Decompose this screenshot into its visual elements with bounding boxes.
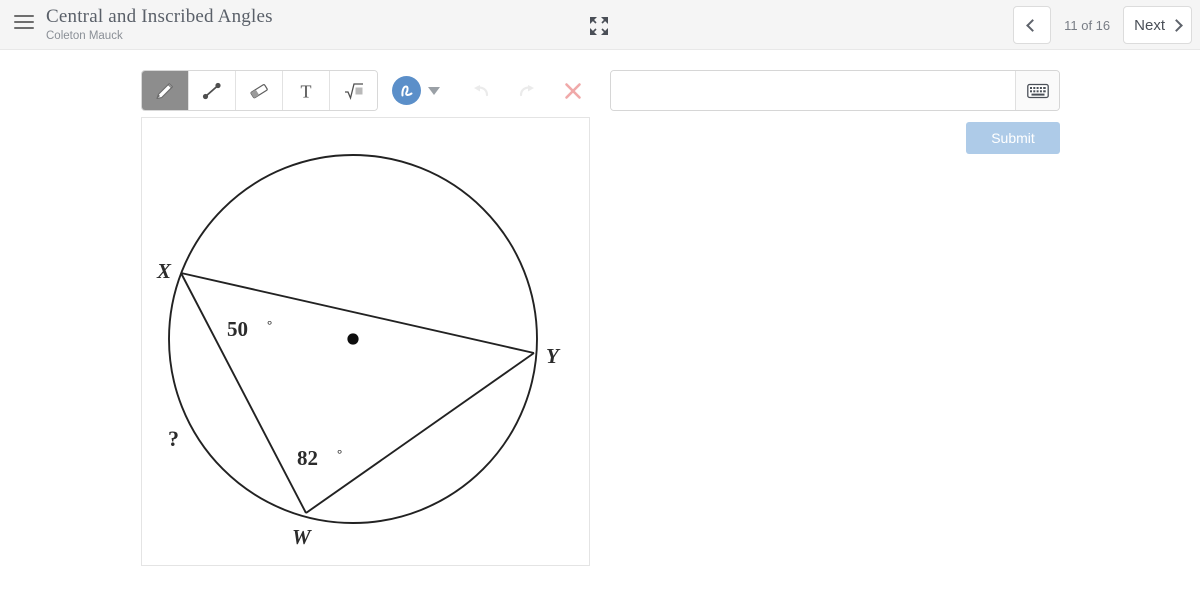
segment-WY: [305, 352, 535, 514]
eraser-icon: [250, 83, 268, 98]
segment-XW: [180, 272, 307, 514]
answer-input[interactable]: [611, 71, 1015, 110]
hamburger-menu-icon[interactable]: [14, 15, 34, 35]
math-tool-button[interactable]: [330, 71, 377, 110]
page-counter: 11 of 16: [1064, 17, 1111, 33]
point-label-Y: Y: [546, 344, 561, 368]
point-label-X: X: [156, 259, 172, 283]
chevron-right-icon: [1170, 18, 1183, 32]
line-tool-button[interactable]: [189, 71, 236, 110]
drawing-toolbar: T: [141, 70, 584, 111]
unknown-angle-label: ?: [168, 426, 179, 451]
pager-nav: 11 of 16 Next: [1013, 6, 1192, 44]
tool-button-group: T: [141, 70, 378, 111]
point-label-W: W: [292, 525, 312, 549]
fullscreen-expand-icon[interactable]: [589, 16, 609, 36]
keyboard-icon: [1026, 83, 1049, 98]
prev-page-button[interactable]: [1013, 6, 1052, 44]
angle-degree-symbol-82: °: [337, 446, 342, 461]
redo-arrow-icon: [519, 84, 534, 96]
page-title: Central and Inscribed Angles: [46, 6, 273, 27]
chevron-left-icon: [1025, 18, 1039, 32]
pencil-tool-button[interactable]: [142, 71, 189, 110]
undo-button[interactable]: [470, 80, 492, 102]
title-block: Central and Inscribed Angles Coleton Mau…: [46, 6, 273, 44]
keyboard-toggle-button[interactable]: [1015, 71, 1059, 110]
eraser-tool-button[interactable]: [236, 71, 283, 110]
angle-degree-symbol-50: °: [267, 317, 272, 332]
next-button-label: Next: [1134, 16, 1165, 34]
hamburger-bar: [14, 15, 34, 17]
undo-arrow-icon: [474, 84, 489, 96]
line-segment-icon: [202, 82, 221, 99]
answer-area: [610, 70, 1060, 111]
stroke-color-swatch[interactable]: [392, 76, 421, 105]
circle-center-dot: [347, 333, 359, 345]
redo-button[interactable]: [516, 80, 538, 102]
angle-label-50: 50: [227, 317, 248, 341]
answer-input-wrapper: [610, 70, 1060, 111]
hamburger-bar: [14, 21, 34, 23]
submit-button[interactable]: Submit: [966, 122, 1060, 154]
student-name: Coleton Mauck: [46, 30, 123, 42]
text-T-icon: T: [301, 81, 312, 101]
stroke-style-picker[interactable]: [392, 76, 440, 105]
stroke-squiggle-icon: [400, 84, 412, 96]
geometry-diagram[interactable]: X Y W 50 ° 82 ° ?: [141, 117, 590, 566]
svg-text:T: T: [301, 81, 312, 101]
text-tool-button[interactable]: T: [283, 71, 330, 110]
chevron-down-icon[interactable]: [428, 86, 440, 95]
clear-canvas-button[interactable]: [562, 80, 584, 102]
app-header: Central and Inscribed Angles Coleton Mau…: [0, 0, 1200, 50]
pencil-icon: [156, 82, 173, 99]
fullscreen-icon-svg: [590, 17, 608, 35]
square-root-icon: [344, 82, 363, 100]
angle-label-82: 82: [297, 446, 318, 470]
hamburger-bar: [14, 27, 34, 29]
close-x-icon: [565, 82, 581, 99]
history-button-group: [470, 80, 584, 102]
next-page-button[interactable]: Next: [1123, 6, 1192, 44]
diagram-svg: X Y W 50 ° 82 ° ?: [156, 154, 561, 549]
